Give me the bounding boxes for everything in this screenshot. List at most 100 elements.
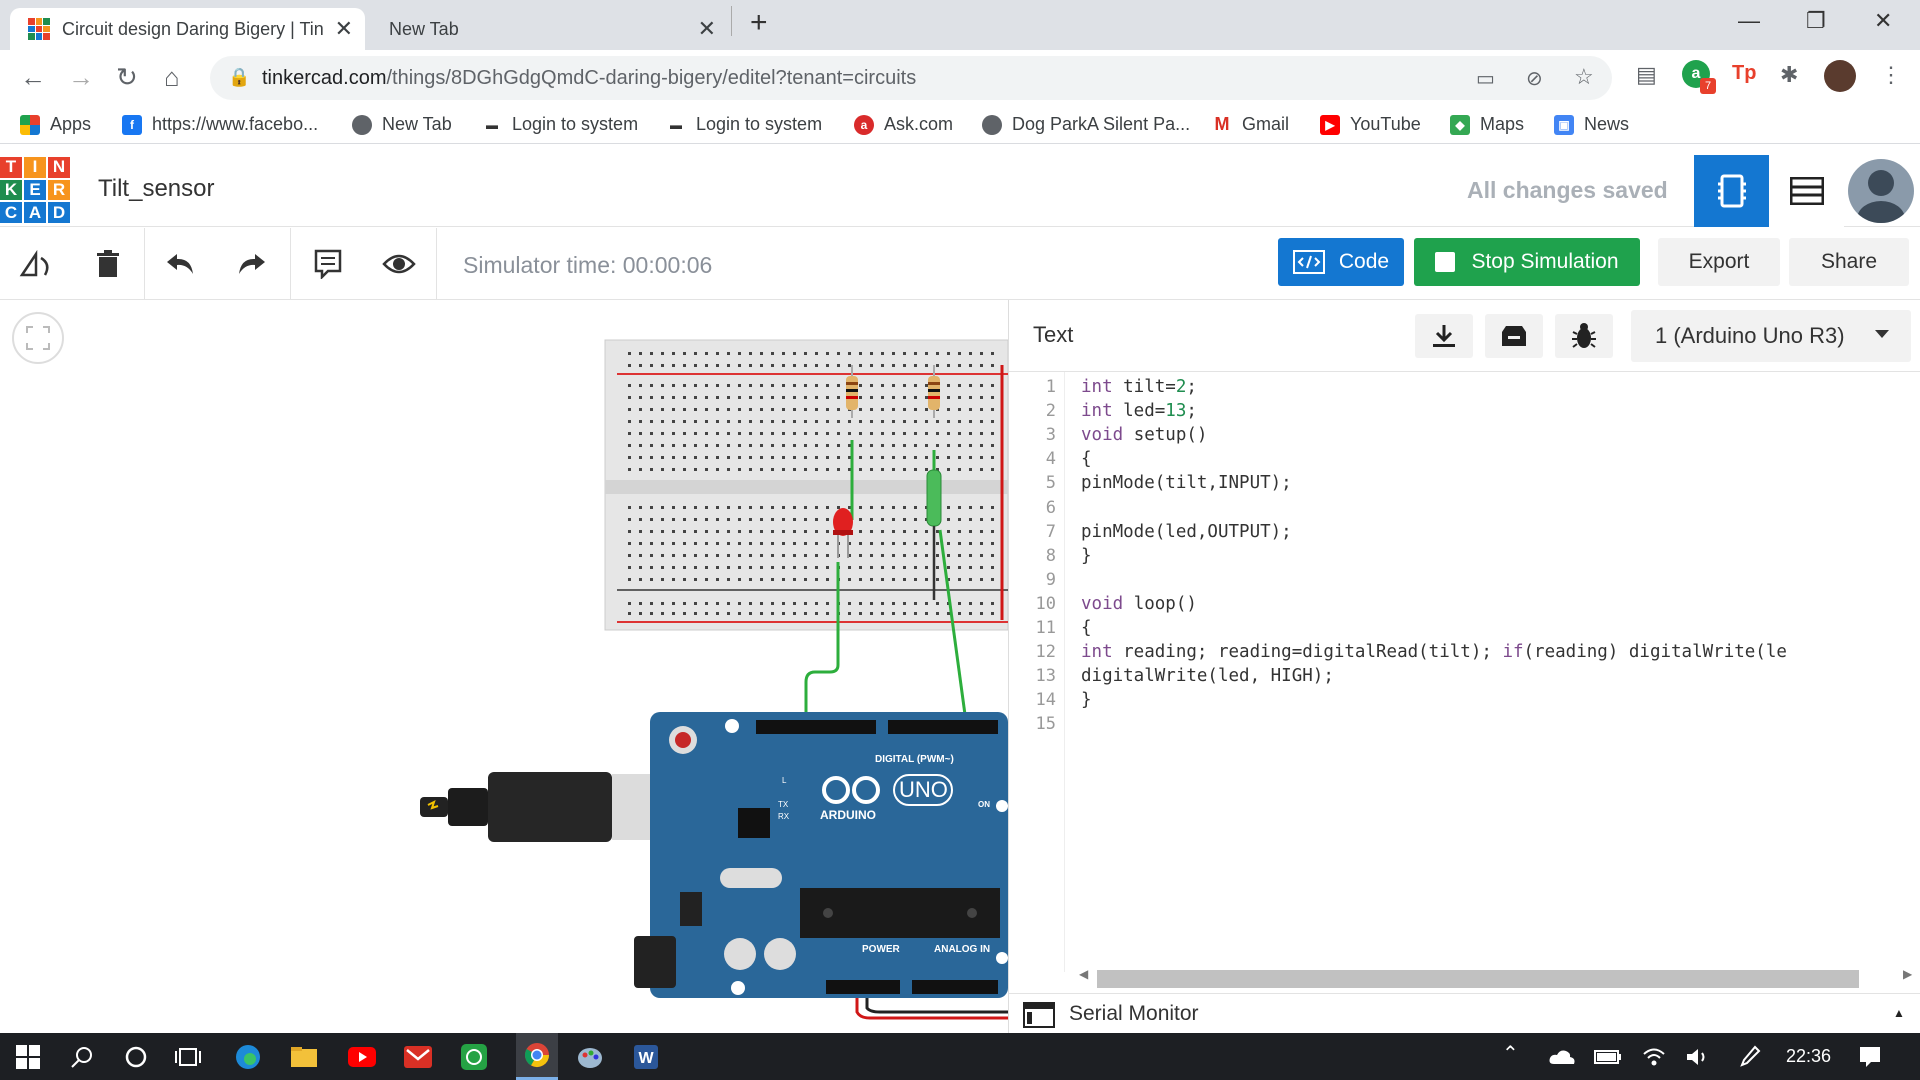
serial-monitor-bar[interactable]: Serial Monitor ▲ — [1009, 993, 1920, 1033]
delete-button[interactable] — [90, 246, 126, 282]
url-text[interactable]: tinkercad.com/things/8DGhGdgQmdC-daring-… — [262, 67, 916, 90]
redo-button[interactable] — [234, 246, 270, 282]
code-editor[interactable]: int tilt=2; int led=13; void setup() { pinMo… — [1081, 372, 1920, 972]
export-button[interactable]: Export — [1658, 238, 1780, 286]
circuit-view-button[interactable] — [1694, 155, 1769, 227]
code-mode-label[interactable]: Text — [1033, 322, 1073, 348]
word-icon[interactable]: W — [630, 1041, 662, 1073]
bookmark-new-tab[interactable]: New Tab — [352, 114, 452, 135]
new-tab-icon[interactable]: + — [750, 6, 768, 40]
bookmark-gmail[interactable]: M Gmail — [1212, 114, 1289, 135]
save-status: All changes saved — [1467, 177, 1668, 203]
tinkercad-logo[interactable]: T I N K E R C A D — [0, 157, 70, 223]
whatsapp-icon[interactable] — [458, 1041, 490, 1073]
bookmark-ask[interactable]: a Ask.com — [854, 114, 953, 135]
code-line[interactable]: } — [1081, 690, 1092, 710]
arduino-label: ARDUINO — [820, 808, 876, 822]
chrome-taskbar-button[interactable] — [516, 1033, 558, 1080]
home-icon[interactable]: ⌂ — [164, 62, 180, 93]
pen-ink-icon[interactable] — [1734, 1041, 1766, 1073]
bookmark-news[interactable]: ▣ News — [1554, 114, 1629, 135]
file-explorer-icon[interactable] — [288, 1041, 320, 1073]
cast-icon[interactable]: ▭ — [1476, 66, 1495, 91]
bookmark-youtube[interactable]: ▶ YouTube — [1320, 114, 1421, 135]
debugger-button[interactable] — [1555, 314, 1613, 358]
circuit-canvas[interactable]: ARDUINO UNO DIGITAL (PWM~) POWER ANALOG … — [0, 300, 1008, 1033]
code-line[interactable]: digitalWrite(led, HIGH); — [1081, 666, 1334, 686]
lock-icon[interactable]: 🔒 — [228, 67, 250, 88]
undo-button[interactable] — [162, 246, 198, 282]
bookmark-star-icon[interactable]: ☆ — [1574, 64, 1594, 90]
bookmark-dog-park[interactable]: Dog ParkA Silent Pa... — [982, 114, 1190, 135]
code-line[interactable]: { — [1081, 449, 1092, 469]
globe-icon — [982, 114, 1002, 135]
code-line[interactable]: int led=13; — [1081, 401, 1197, 421]
code-line[interactable]: pinMode(tilt,INPUT); — [1081, 473, 1292, 493]
download-code-button[interactable] — [1415, 314, 1473, 358]
code-line[interactable]: } — [1081, 546, 1092, 566]
horizontal-scrollbar[interactable]: ◀ ▶ — [1065, 965, 1920, 989]
volume-icon[interactable] — [1682, 1041, 1714, 1073]
paint-icon[interactable] — [574, 1041, 606, 1073]
profile-avatar[interactable] — [1824, 60, 1856, 92]
show-hidden-icons[interactable]: ⌃ — [1502, 1041, 1519, 1066]
user-avatar[interactable] — [1848, 159, 1914, 223]
bookmark-apps[interactable]: Apps — [20, 114, 91, 135]
menu-kebab-icon[interactable]: ⋮ — [1880, 62, 1902, 88]
reload-icon[interactable]: ↻ — [116, 62, 138, 93]
component-list-button[interactable] — [1769, 155, 1844, 227]
minimize-icon[interactable]: — — [1738, 8, 1760, 34]
search-icon[interactable] — [66, 1041, 98, 1073]
onedrive-icon[interactable] — [1546, 1041, 1578, 1073]
rotate-button[interactable] — [18, 246, 54, 282]
close-tab-icon[interactable]: ✕ — [335, 16, 353, 42]
tracking-blocked-icon[interactable]: ⊘ — [1526, 66, 1543, 91]
board-select-dropdown[interactable]: 1 (Arduino Uno R3) — [1631, 310, 1911, 362]
address-bar[interactable]: 🔒 tinkercad.com/things/8DGhGdgQmdC-darin… — [210, 56, 1612, 100]
restore-icon[interactable]: ❐ — [1806, 8, 1826, 34]
line-number: 9 — [1045, 569, 1056, 590]
bookmark-login-1[interactable]: ▬ Login to system — [482, 114, 638, 135]
project-name[interactable]: Tilt_sensor — [98, 175, 214, 203]
tp-extension-icon[interactable]: Tp — [1732, 62, 1756, 85]
battery-icon[interactable] — [1592, 1041, 1624, 1073]
code-line[interactable]: pinMode(led,OUTPUT); — [1081, 522, 1292, 542]
notes-button[interactable] — [310, 246, 346, 282]
media-icon[interactable]: ▤ — [1636, 62, 1657, 88]
close-tab-icon[interactable]: ✕ — [698, 16, 716, 42]
wifi-icon[interactable] — [1638, 1041, 1670, 1073]
task-view-icon[interactable] — [172, 1041, 204, 1073]
windows-start-icon[interactable] — [12, 1041, 44, 1073]
line-number: 14 — [1035, 690, 1056, 711]
scrollbar-thumb[interactable] — [1097, 970, 1859, 988]
action-center-icon[interactable] — [1854, 1041, 1886, 1073]
back-icon[interactable]: ← — [20, 62, 46, 93]
close-window-icon[interactable]: ✕ — [1874, 8, 1892, 34]
tab-circuit-design[interactable]: Circuit design Daring Bigery | Tin ✕ — [10, 8, 365, 50]
line-number: 7 — [1045, 521, 1056, 542]
libraries-button[interactable] — [1485, 314, 1543, 358]
extensions-puzzle-icon[interactable]: ✱ — [1780, 62, 1798, 88]
scroll-right-icon[interactable]: ▶ — [1903, 967, 1912, 981]
gmail-app-icon[interactable] — [402, 1041, 434, 1073]
tab-new-tab[interactable]: New Tab ✕ — [373, 8, 728, 50]
code-line[interactable]: void setup() — [1081, 425, 1207, 445]
share-button[interactable]: Share — [1789, 238, 1909, 286]
code-line[interactable]: void loop() — [1081, 594, 1197, 614]
scroll-left-icon[interactable]: ◀ — [1079, 967, 1088, 981]
edge-icon[interactable] — [232, 1041, 264, 1073]
clock-time[interactable]: 22:36 — [1786, 1046, 1831, 1067]
cortana-icon[interactable] — [120, 1041, 152, 1073]
stop-simulation-button[interactable]: Stop Simulation — [1414, 238, 1640, 286]
visibility-button[interactable] — [381, 246, 417, 282]
code-line[interactable]: int tilt=2; — [1081, 377, 1197, 397]
bookmark-login-2[interactable]: ▬ Login to system — [666, 114, 822, 135]
code-button[interactable]: Code — [1278, 238, 1404, 286]
forward-icon[interactable]: → — [68, 62, 94, 93]
bookmark-maps[interactable]: ◆ Maps — [1450, 114, 1524, 135]
youtube-app-icon[interactable] — [346, 1041, 378, 1073]
expand-serial-icon[interactable]: ▲ — [1893, 1006, 1905, 1020]
code-line[interactable]: int reading; reading=digitalRead(tilt); … — [1081, 642, 1787, 662]
code-line[interactable]: { — [1081, 618, 1092, 638]
bookmark-facebook[interactable]: f https://www.facebo... — [122, 114, 318, 135]
